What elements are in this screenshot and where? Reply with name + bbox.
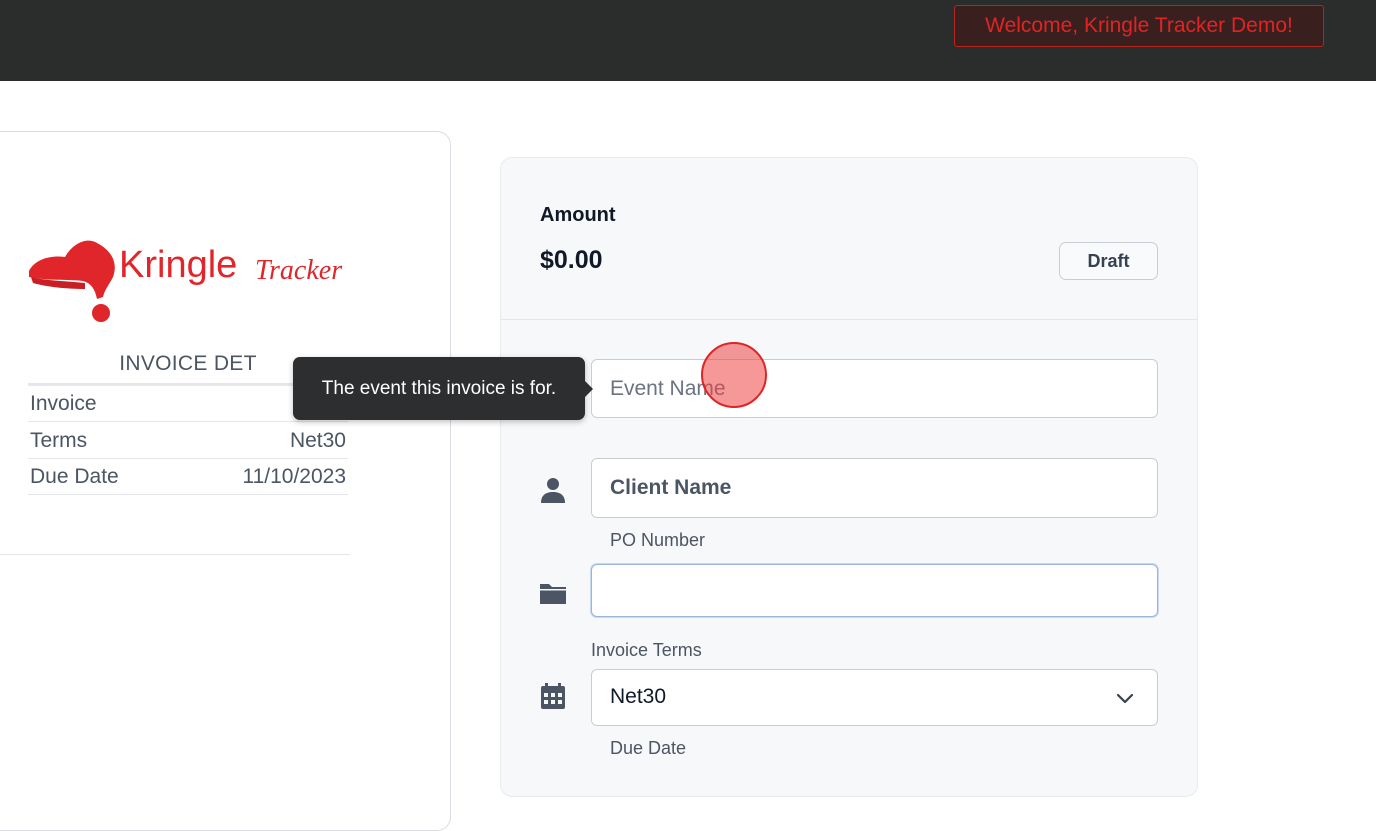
tooltip-arrow — [585, 381, 593, 397]
calendar-icon — [541, 683, 565, 709]
details-value: Net30 — [289, 429, 346, 452]
invoice-terms-value: Net30 — [610, 685, 667, 708]
amount-label: Amount — [540, 204, 616, 226]
details-label: Invoice — [30, 392, 97, 415]
client-name-input[interactable] — [591, 458, 1158, 518]
divider — [501, 319, 1197, 320]
po-number-input[interactable] — [591, 564, 1158, 617]
details-row-due-date: Due Date 11/10/2023 — [28, 459, 348, 495]
invoice-terms-select[interactable]: Net30 — [591, 669, 1158, 726]
invoice-terms-label: Invoice Terms — [591, 640, 702, 660]
event-name-input[interactable] — [591, 359, 1158, 418]
click-indicator — [701, 342, 767, 408]
top-navbar: Welcome, Kringle Tracker Demo! — [0, 0, 1376, 81]
details-label: Due Date — [30, 465, 119, 488]
po-number-label: PO Number — [610, 530, 706, 550]
draft-status-button[interactable]: Draft — [1059, 242, 1158, 280]
due-date-label: Due Date — [610, 738, 687, 758]
details-row-terms: Terms Net30 — [28, 423, 348, 459]
chevron-down-icon — [1116, 693, 1134, 704]
details-value: 11/10/2023 — [242, 465, 346, 488]
logo-word-kringle: Kringle — [119, 244, 237, 286]
logo-word-tracker: Tracker — [255, 255, 342, 286]
santa-hat-icon — [29, 240, 115, 322]
event-name-tooltip: The event this invoice is for. — [293, 357, 585, 420]
folder-icon — [540, 584, 566, 604]
amount-value: $0.00 — [540, 246, 603, 274]
details-label: Terms — [30, 429, 88, 452]
kringle-tracker-logo: Kringle Tracker — [29, 240, 342, 322]
user-icon — [541, 478, 565, 503]
welcome-user-button[interactable]: Welcome, Kringle Tracker Demo! — [954, 5, 1324, 47]
divider — [0, 554, 350, 555]
